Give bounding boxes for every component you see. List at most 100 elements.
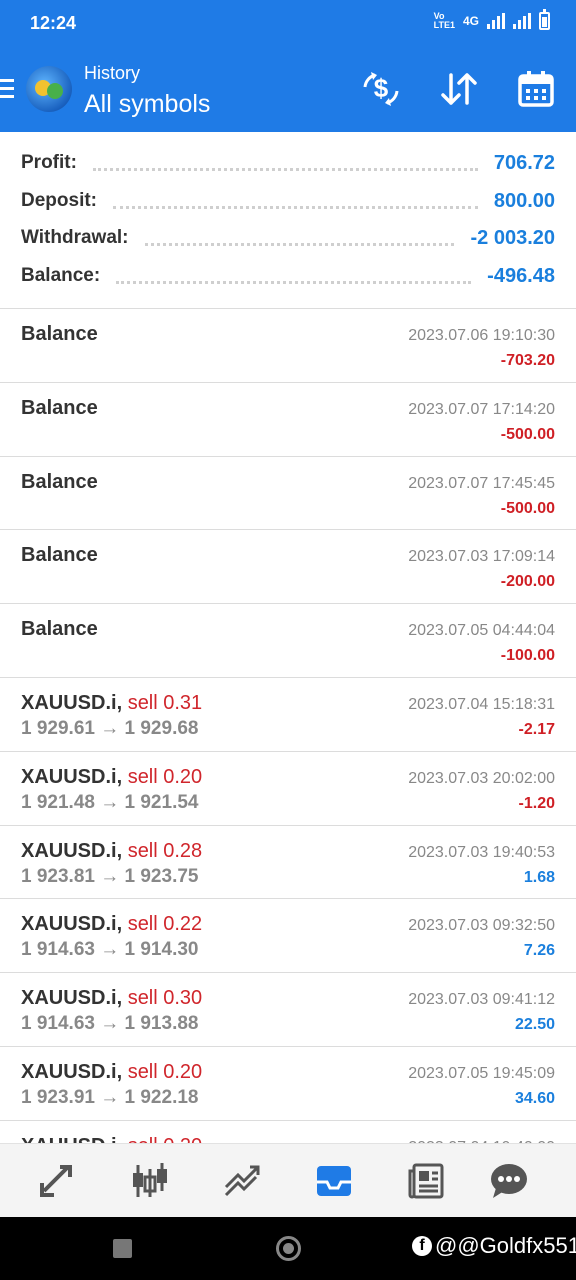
trade-row-item[interactable]: 1 921.48 → 1 921.54 XAUUSD.i, sell 0.20 20…	[0, 752, 576, 826]
trade-title: XAUUSD.i, sell 0.30	[21, 987, 202, 1010]
trade-prices: 1 921.48 → 1 921.54	[21, 791, 199, 813]
withdrawal-row: Withdrawal: -2 003.20	[21, 219, 555, 257]
candlestick-icon[interactable]	[125, 1156, 175, 1206]
trade-side: sell 0.20	[127, 1060, 203, 1083]
row-timestamp: 2023.07.03 20:02:00	[408, 769, 555, 787]
profit-value: 706.72	[493, 151, 555, 174]
trade-prices: 1 929.61 → 1 929.68	[21, 717, 199, 739]
row-timestamp: 2023.07.06 19:10:30	[408, 327, 555, 344]
history-list[interactable]: Balance 2023.07.06 19:10:30 -703.20 Balance…	[0, 309, 576, 1143]
trade-row-item[interactable]: 1 914.63 → 1 914.30 XAUUSD.i, sell 0.22 20…	[0, 899, 576, 974]
inbox-icon[interactable]	[309, 1156, 359, 1206]
row-amount: 7.26	[523, 942, 555, 960]
trade-row-item[interactable]: 1 914.63 → 1 913.88 XAUUSD.i, sell 0.30 20…	[0, 973, 576, 1047]
trade-symbol: XAUUSD.i,	[21, 765, 123, 788]
trade-title: XAUUSD.i, sell 0.22	[21, 913, 202, 936]
account-summary: Profit: 706.72 Deposit: 800.00 Withdrawa…	[0, 132, 576, 309]
withdrawal-value: -2 003.20	[470, 226, 555, 249]
trade-row-item[interactable]: 1 923.91 → 1 922.18 XAUUSD.i, sell 0.20 20…	[0, 1047, 576, 1121]
trade-side: sell 0.30	[127, 987, 203, 1010]
row-amount: -703.20	[500, 352, 555, 369]
trade-symbol: XAUUSD.i,	[21, 987, 123, 1010]
row-amount: -500.00	[500, 425, 555, 443]
row-amount: 34.60	[514, 1089, 555, 1107]
operation-title: Balance	[21, 323, 98, 345]
trade-title: XAUUSD.i, sell 0.20	[21, 1061, 202, 1084]
balance-row: Balance: -496.48	[21, 257, 555, 295]
network-type: 4G	[462, 14, 479, 28]
symbol-selector[interactable]: All symbols	[84, 90, 210, 119]
facebook-icon: f	[412, 1236, 432, 1256]
trade-side: sell 0.31	[127, 691, 203, 714]
status-bar: 12:24 Vo LTE1 4G	[0, 0, 576, 48]
trade-side: sell 0.20	[128, 1135, 203, 1143]
system-nav-bar: f @@Goldfx551	[0, 1217, 576, 1280]
watermark: f @@Goldfx551	[412, 1233, 576, 1259]
trade-row-item[interactable]: XAUUSD.i, sell 0.202023.07.04 19:40:00	[0, 1121, 576, 1143]
calendar-icon[interactable]	[515, 68, 557, 110]
currency-exchange-icon[interactable]: $	[360, 68, 402, 110]
volte-icon: Vo LTE1	[433, 11, 455, 30]
row-timestamp: 2023.07.03 09:41:12	[408, 991, 555, 1009]
balance-value: -496.48	[487, 264, 555, 287]
trade-symbol: XAUUSD.i,	[21, 1060, 123, 1083]
chat-icon[interactable]	[484, 1156, 534, 1206]
page-subtitle: History	[84, 63, 141, 83]
balance-row-item[interactable]: Balance 2023.07.07 17:45:45 -500.00	[0, 457, 576, 531]
operation-title: Balance	[21, 470, 98, 493]
watermark-text: @@Goldfx551	[435, 1233, 576, 1258]
quotes-icon[interactable]	[33, 1156, 83, 1206]
deposit-row: Deposit: 800.00	[21, 182, 555, 220]
row-timestamp: 2023.07.07 17:45:45	[408, 474, 555, 492]
balance-row-item[interactable]: Balance 2023.07.05 04:44:04 -100.00	[0, 604, 576, 678]
trade-title: XAUUSD.i, sell 0.20	[21, 766, 202, 789]
app-bar: History All symbols $	[0, 48, 576, 132]
operation-title: Balance	[21, 396, 98, 419]
trade-symbol: XAUUSD.i,	[21, 839, 123, 862]
row-amount: -100.00	[500, 647, 555, 665]
dot-leader	[116, 280, 472, 284]
trend-icon[interactable]	[217, 1156, 267, 1206]
trade-title: XAUUSD.i, sell 0.20	[21, 1135, 202, 1143]
newspaper-icon[interactable]	[401, 1156, 451, 1206]
operation-title: Balance	[21, 544, 98, 567]
trade-row-item[interactable]: 1 923.81 → 1 923.75 XAUUSD.i, sell 0.28 20…	[0, 826, 576, 900]
trade-title: XAUUSD.i, sell 0.28	[21, 840, 202, 863]
home-button[interactable]	[276, 1236, 301, 1261]
trade-row-item[interactable]: 1 929.61 → 1 929.68 XAUUSD.i, sell 0.31 20…	[0, 678, 576, 752]
profit-row: Profit: 706.72	[21, 144, 555, 182]
operation-title: Balance	[21, 618, 98, 641]
row-timestamp: 2023.07.03 09:32:50	[408, 917, 555, 935]
row-amount: -2.17	[518, 720, 555, 738]
status-icons: Vo LTE1 4G	[433, 9, 550, 30]
recent-apps-button[interactable]	[113, 1239, 132, 1258]
trade-symbol: XAUUSD.i,	[21, 913, 123, 936]
balance-row-item[interactable]: Balance 2023.07.07 17:14:20 -500.00	[0, 383, 576, 457]
status-time: 12:24	[30, 13, 77, 33]
row-amount: 1.68	[523, 868, 555, 886]
sort-icon[interactable]	[438, 68, 480, 110]
row-amount: -200.00	[500, 573, 555, 591]
trade-prices: 1 923.91 → 1 922.18	[21, 1086, 199, 1108]
withdrawal-label: Withdrawal:	[21, 227, 129, 248]
battery-icon	[539, 9, 550, 30]
dot-leader	[144, 242, 455, 246]
trade-prices: 1 914.63 → 1 914.30	[21, 939, 199, 961]
svg-text:$: $	[374, 73, 389, 103]
menu-icon[interactable]	[0, 79, 14, 99]
signal-icon	[487, 13, 505, 29]
row-timestamp: 2023.07.03 19:40:53	[408, 843, 555, 861]
trade-side: sell 0.22	[127, 913, 203, 936]
balance-row-item[interactable]: Balance 2023.07.06 19:10:30 -703.20	[0, 309, 576, 383]
trade-side: sell 0.28	[127, 839, 203, 862]
balance-label: Balance:	[21, 265, 101, 286]
trade-prices: 1 914.63 → 1 913.88	[21, 1013, 199, 1035]
deposit-value: 800.00	[493, 189, 555, 212]
row-amount: -500.00	[500, 499, 555, 517]
balance-row-item[interactable]: Balance 2023.07.03 17:09:14 -200.00	[0, 530, 576, 605]
trade-symbol: XAUUSD.i,	[21, 1135, 122, 1143]
row-timestamp: 2023.07.07 17:14:20	[408, 400, 555, 418]
row-timestamp: 2023.07.03 17:09:14	[408, 548, 555, 566]
signal-icon	[513, 13, 531, 29]
trade-side: sell 0.20	[127, 765, 203, 788]
